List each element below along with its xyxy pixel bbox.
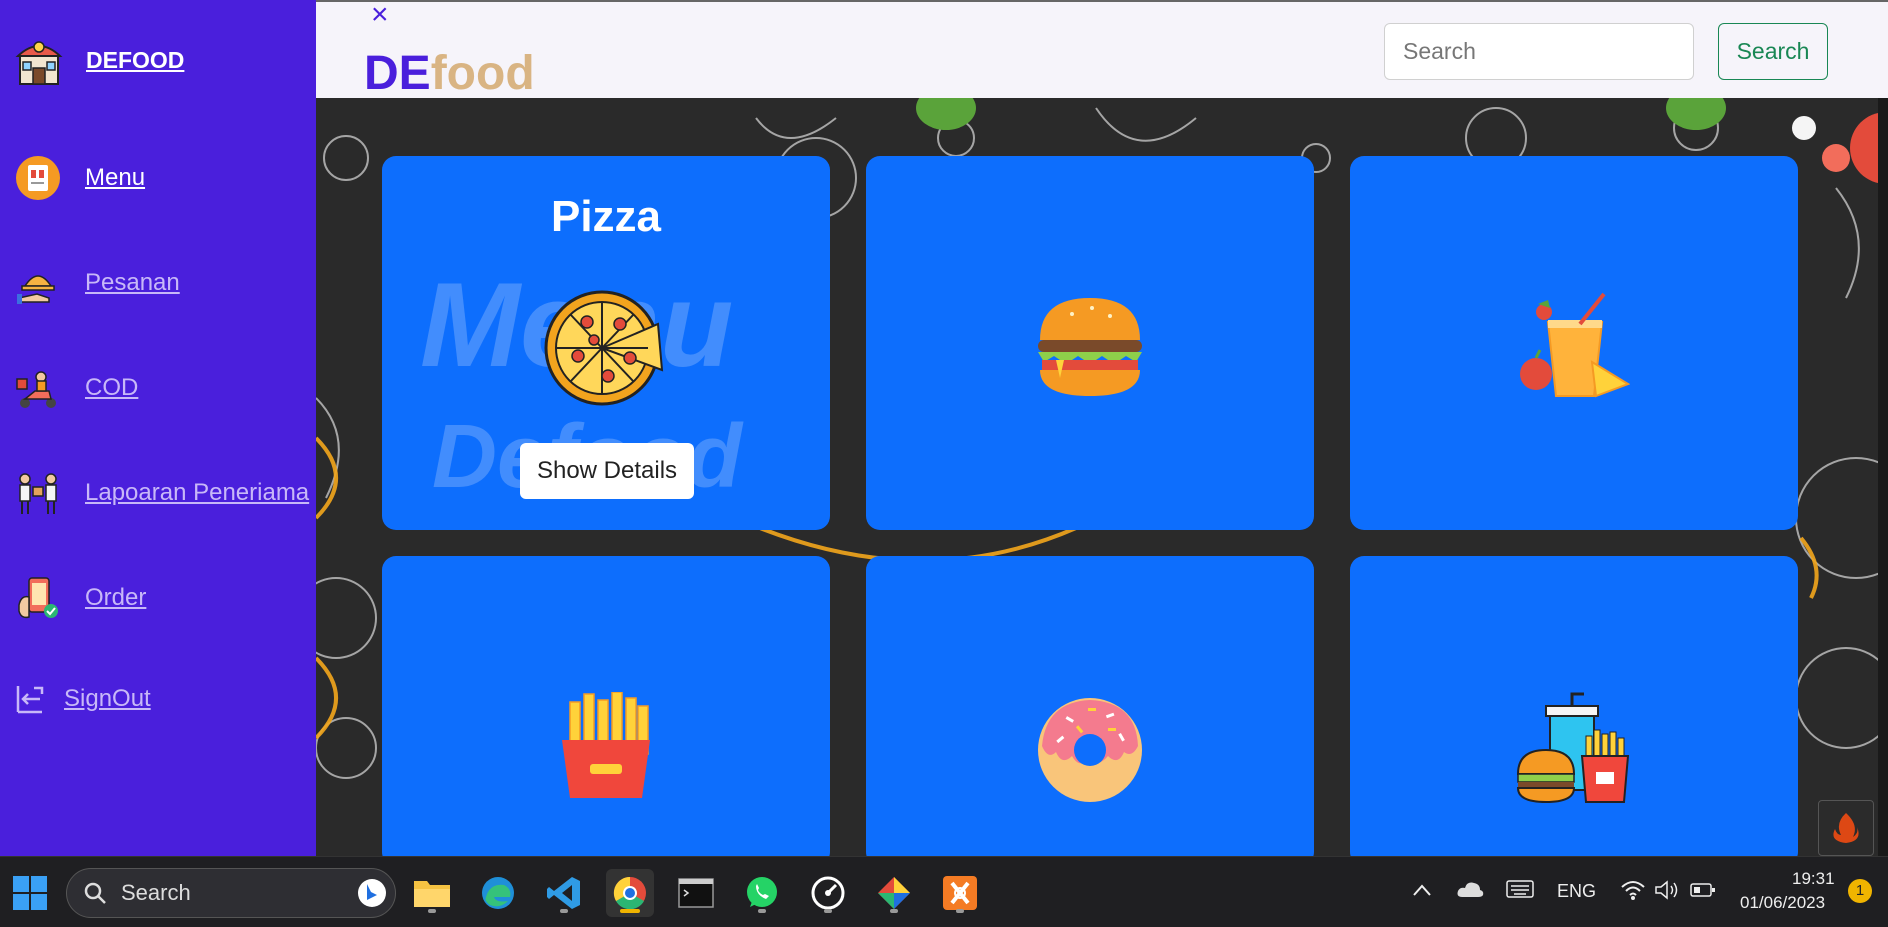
running-indicator bbox=[956, 909, 964, 913]
sidebar-item-order[interactable]: Order bbox=[14, 574, 146, 622]
sidebar-item-label[interactable]: Order bbox=[85, 584, 146, 612]
gauge-icon bbox=[811, 876, 845, 910]
sidebar-item-label[interactable]: Lapoaran Peneriama bbox=[85, 479, 309, 507]
juice-icon bbox=[1520, 292, 1630, 398]
chrome-icon bbox=[613, 876, 646, 910]
show-details-button[interactable]: Show Details bbox=[520, 443, 694, 499]
top-header: × DEfood Search bbox=[316, 0, 1888, 100]
vscode-icon bbox=[547, 877, 580, 909]
taskbar-chrome[interactable] bbox=[606, 869, 654, 917]
start-button[interactable] bbox=[6, 869, 54, 917]
restaurant-logo-icon bbox=[15, 41, 63, 85]
keyboard-icon[interactable] bbox=[1506, 879, 1534, 899]
fries-icon bbox=[562, 692, 650, 798]
delivery-scooter-icon bbox=[14, 364, 62, 412]
sidebar-item-cod[interactable]: COD bbox=[14, 364, 138, 412]
sidebar: DEFOOD Menu Pesanan COD Lapoaran Peneria bbox=[0, 0, 316, 856]
app-window: DEFOOD Menu Pesanan COD Lapoaran Peneria bbox=[0, 0, 1888, 927]
site-logo-food: food bbox=[430, 47, 535, 100]
sidebar-brand[interactable]: DEFOOD bbox=[14, 34, 184, 86]
menu-card-combo[interactable] bbox=[1350, 556, 1798, 856]
taskbar-search-label: Search bbox=[121, 880, 191, 905]
menu-card-burger[interactable] bbox=[866, 156, 1314, 530]
windows-logo-icon bbox=[13, 876, 47, 910]
flame-icon bbox=[1833, 813, 1859, 843]
sidebar-item-pesanan[interactable]: Pesanan bbox=[14, 259, 180, 307]
edge-icon bbox=[482, 877, 514, 909]
running-indicator bbox=[428, 909, 436, 913]
menu-card-pizza[interactable]: Menu Defood Pizza Show Details bbox=[382, 156, 830, 530]
menu-card-drinks[interactable] bbox=[1350, 156, 1798, 530]
signout-icon bbox=[16, 686, 44, 714]
menu-card-snacks[interactable] bbox=[382, 556, 830, 856]
bing-icon bbox=[358, 879, 386, 907]
sidebar-brand-link[interactable]: DEFOOD bbox=[86, 47, 184, 74]
running-indicator bbox=[758, 909, 766, 913]
menu-content-area: Menu Defood Pizza Show Details bbox=[316, 98, 1888, 856]
serving-tray-icon bbox=[14, 259, 62, 307]
close-icon[interactable]: × bbox=[371, 0, 389, 30]
folder-icon bbox=[414, 881, 450, 907]
taskbar-app-kite[interactable] bbox=[870, 869, 918, 917]
taskbar-xampp[interactable] bbox=[936, 869, 984, 917]
signout-link[interactable]: SignOut bbox=[64, 685, 151, 713]
taskbar-vscode[interactable] bbox=[540, 869, 588, 917]
notification-badge[interactable]: 1 bbox=[1848, 879, 1872, 903]
running-indicator bbox=[824, 909, 832, 913]
taskbar-edge[interactable] bbox=[474, 869, 522, 917]
menu-card-desserts[interactable] bbox=[866, 556, 1314, 856]
volume-icon[interactable] bbox=[1654, 879, 1680, 901]
battery-icon[interactable] bbox=[1690, 882, 1716, 898]
sidebar-item-label[interactable]: COD bbox=[85, 374, 138, 402]
signout-item[interactable]: SignOut bbox=[14, 682, 151, 716]
handover-people-icon bbox=[14, 469, 62, 517]
donut-icon bbox=[1038, 698, 1142, 802]
card-title: Pizza bbox=[550, 192, 662, 241]
pizza-icon bbox=[544, 290, 664, 406]
menu-icon bbox=[14, 154, 62, 202]
sidebar-item-laporan[interactable]: Lapoaran Peneriama bbox=[14, 469, 309, 517]
search-button[interactable]: Search bbox=[1718, 23, 1828, 80]
mobile-order-icon bbox=[14, 574, 62, 622]
search-input[interactable] bbox=[1384, 23, 1694, 80]
kite-app-icon bbox=[878, 877, 910, 909]
taskbar-terminal[interactable] bbox=[672, 869, 720, 917]
onedrive-cloud-icon[interactable] bbox=[1456, 879, 1484, 899]
sidebar-item-label[interactable]: Menu bbox=[85, 164, 145, 192]
sidebar-item-menu[interactable]: Menu bbox=[14, 154, 145, 202]
xampp-icon bbox=[943, 876, 977, 910]
burger-icon bbox=[1038, 298, 1142, 396]
wifi-icon[interactable] bbox=[1620, 879, 1646, 901]
sidebar-item-label[interactable]: Pesanan bbox=[85, 269, 180, 297]
windows-taskbar: Search ENG 19:31 01/06/2023 1 bbox=[0, 856, 1888, 927]
taskbar-search[interactable]: Search bbox=[66, 868, 396, 918]
site-logo: DEfood bbox=[364, 46, 535, 102]
codeigniter-debug-button[interactable] bbox=[1818, 800, 1874, 856]
taskbar-whatsapp[interactable] bbox=[738, 869, 786, 917]
running-indicator-active bbox=[620, 909, 640, 913]
running-indicator bbox=[560, 909, 568, 913]
taskbar-app-gauge[interactable] bbox=[804, 869, 852, 917]
fastfood-combo-icon bbox=[1516, 692, 1630, 804]
clock-date[interactable]: 01/06/2023 bbox=[1740, 893, 1825, 913]
taskbar-file-explorer[interactable] bbox=[408, 869, 456, 917]
clock-time[interactable]: 19:31 bbox=[1792, 869, 1835, 889]
running-indicator bbox=[890, 909, 898, 913]
language-indicator[interactable]: ENG bbox=[1557, 881, 1596, 902]
chevron-up-icon[interactable] bbox=[1412, 883, 1432, 897]
terminal-icon bbox=[678, 878, 714, 908]
site-logo-de: DE bbox=[364, 47, 431, 100]
search-icon bbox=[84, 882, 106, 904]
whatsapp-icon bbox=[747, 877, 777, 907]
